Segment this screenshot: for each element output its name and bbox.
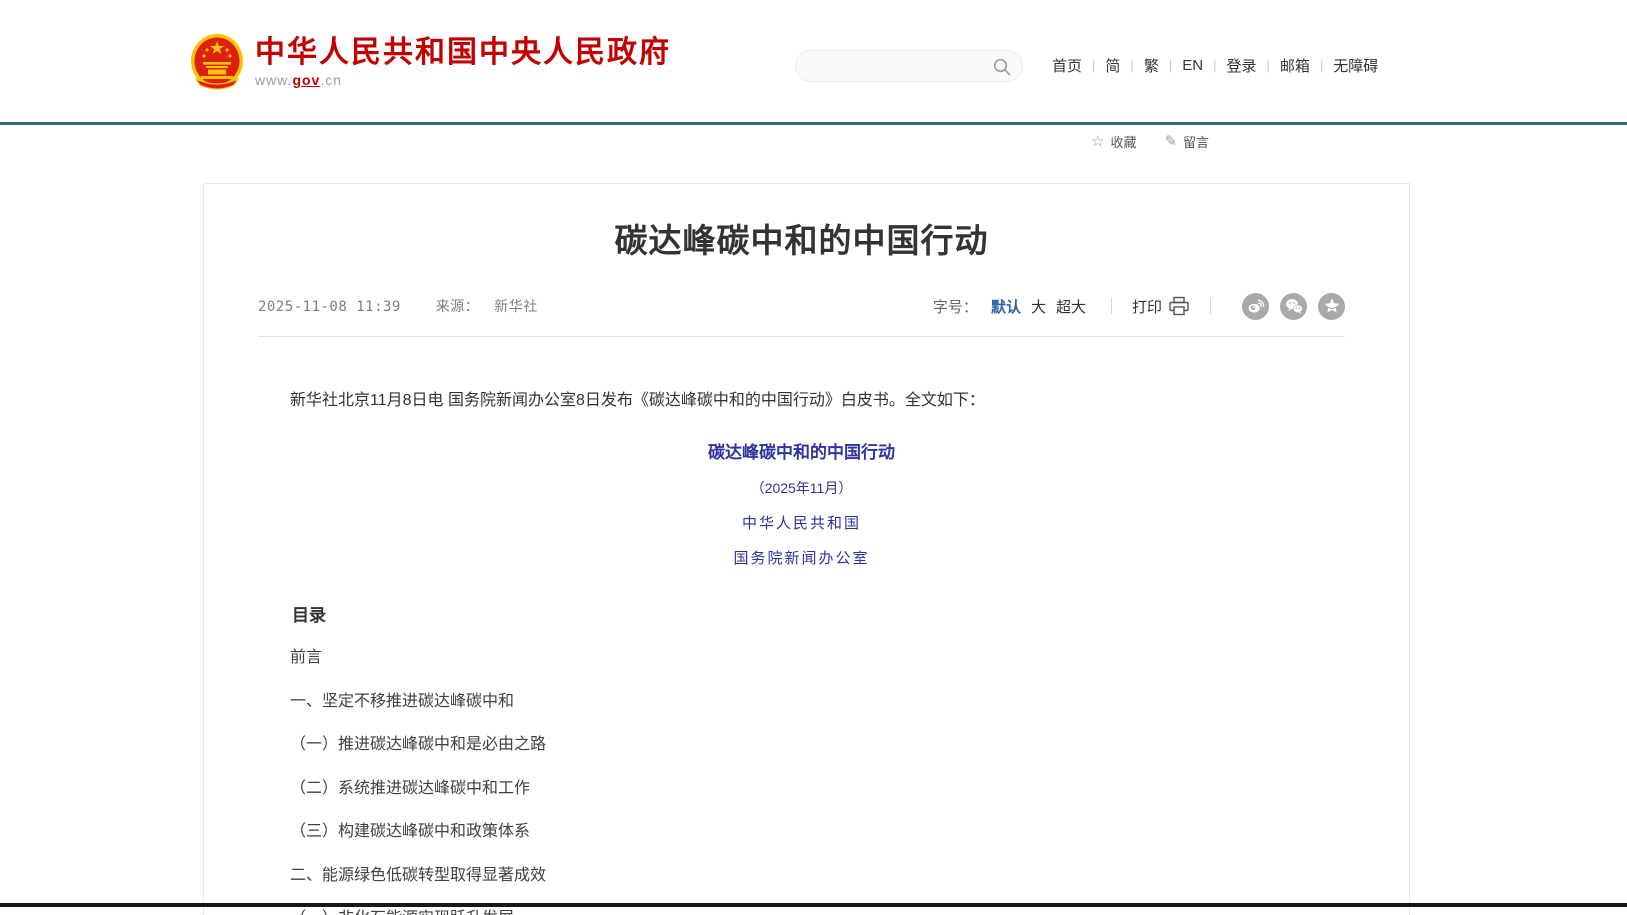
toc-item: 二、能源绿色低碳转型取得显著成效: [258, 854, 1345, 898]
top-nav-link[interactable]: 繁: [1144, 55, 1159, 76]
lead-paragraph: 新华社北京11月8日电 国务院新闻办公室8日发布《碳达峰碳中和的中国行动》白皮书…: [258, 389, 1345, 412]
weibo-share-icon[interactable]: [1242, 293, 1269, 320]
nav-separator: |: [1213, 58, 1216, 73]
document-author-office: 国务院新闻办公室: [258, 547, 1345, 568]
footer-top-border: [0, 903, 1627, 907]
favorite-label: 收藏: [1110, 132, 1136, 151]
meta-divider: [1210, 298, 1211, 314]
font-size-default-button[interactable]: 默认: [991, 296, 1021, 317]
nav-separator: |: [1130, 58, 1133, 73]
site-url: www.gov.cn: [255, 72, 671, 88]
font-size-xlarge-button[interactable]: 超大: [1056, 296, 1086, 317]
top-nav-link[interactable]: EN: [1182, 57, 1203, 74]
top-nav-link[interactable]: 邮箱: [1280, 55, 1310, 76]
source-label: 来源：: [436, 299, 480, 315]
star-icon: ☆: [1091, 134, 1104, 149]
quick-actions: ☆ 收藏 ✎ 留言: [1091, 132, 1209, 151]
search-box[interactable]: [795, 50, 1023, 82]
nav-separator: |: [1266, 58, 1269, 73]
meta-divider: [1111, 298, 1112, 314]
top-nav: |首页 |简 |繁 |EN |登录 |邮箱 |无障碍: [1042, 55, 1388, 76]
font-size-label: 字号：: [933, 296, 978, 317]
toc-item: （三）构建碳达峰碳中和政策体系: [258, 810, 1345, 854]
nav-separator: |: [1320, 58, 1323, 73]
nav-separator: |: [1092, 58, 1095, 73]
toc-item: （二）系统推进碳达峰碳中和工作: [258, 767, 1345, 811]
toc-item: 一、坚定不移推进碳达峰碳中和: [258, 680, 1345, 724]
pencil-icon: ✎: [1164, 134, 1177, 149]
font-size-large-button[interactable]: 大: [1031, 296, 1046, 317]
document-title: 碳达峰碳中和的中国行动: [258, 438, 1345, 463]
source-value: 新华社: [494, 299, 538, 315]
article-body: 新华社北京11月8日电 国务院新闻办公室8日发布《碳达峰碳中和的中国行动》白皮书…: [258, 389, 1345, 915]
article-container: 碳达峰碳中和的中国行动 2025-11-08 11:39 来源： 新华社 字号：…: [203, 183, 1410, 915]
comment-button[interactable]: ✎ 留言: [1164, 132, 1209, 151]
top-nav-link[interactable]: 无障碍: [1333, 55, 1378, 76]
article-meta: 2025-11-08 11:39 来源： 新华社 字号： 默认 大 超大 打印: [258, 293, 1345, 337]
header-divider: [0, 122, 1627, 125]
national-emblem-logo: [190, 33, 244, 91]
document-date: （2025年11月）: [258, 478, 1345, 498]
top-nav-link[interactable]: 首页: [1052, 55, 1082, 76]
article-title: 碳达峰碳中和的中国行动: [258, 220, 1345, 263]
wechat-share-icon[interactable]: [1280, 293, 1307, 320]
search-input[interactable]: [810, 52, 980, 80]
comment-label: 留言: [1183, 132, 1209, 151]
toc-list: 前言 一、坚定不移推进碳达峰碳中和 （一）推进碳达峰碳中和是必由之路 （二）系统…: [258, 636, 1345, 915]
toc-heading: 目录: [258, 601, 1345, 626]
nav-separator: |: [1169, 58, 1172, 73]
site-brand[interactable]: 中华人民共和国中央人民政府 www.gov.cn: [190, 33, 671, 91]
site-title: 中华人民共和国中央人民政府: [255, 36, 671, 69]
printer-icon[interactable]: [1168, 296, 1190, 316]
document-author-country: 中华人民共和国: [258, 512, 1345, 533]
article-meta-right: 字号： 默认 大 超大 打印: [933, 293, 1345, 320]
favorite-button[interactable]: ☆ 收藏: [1091, 132, 1136, 151]
top-nav-link[interactable]: 登录: [1226, 55, 1256, 76]
site-header: 中华人民共和国中央人民政府 www.gov.cn | 首页 | 简 | 繁 | EN |…: [0, 0, 1627, 122]
toc-item: （一）推进碳达峰碳中和是必由之路: [258, 723, 1345, 767]
publish-date: 2025-11-08 11:39: [258, 299, 401, 315]
top-nav-link[interactable]: 简: [1105, 55, 1120, 76]
star-share-icon[interactable]: [1318, 293, 1345, 320]
toc-item: 前言: [258, 636, 1345, 680]
article-meta-left: 2025-11-08 11:39 来源： 新华社: [258, 296, 538, 316]
print-button[interactable]: 打印: [1132, 296, 1162, 317]
search-icon[interactable]: [993, 58, 1011, 76]
